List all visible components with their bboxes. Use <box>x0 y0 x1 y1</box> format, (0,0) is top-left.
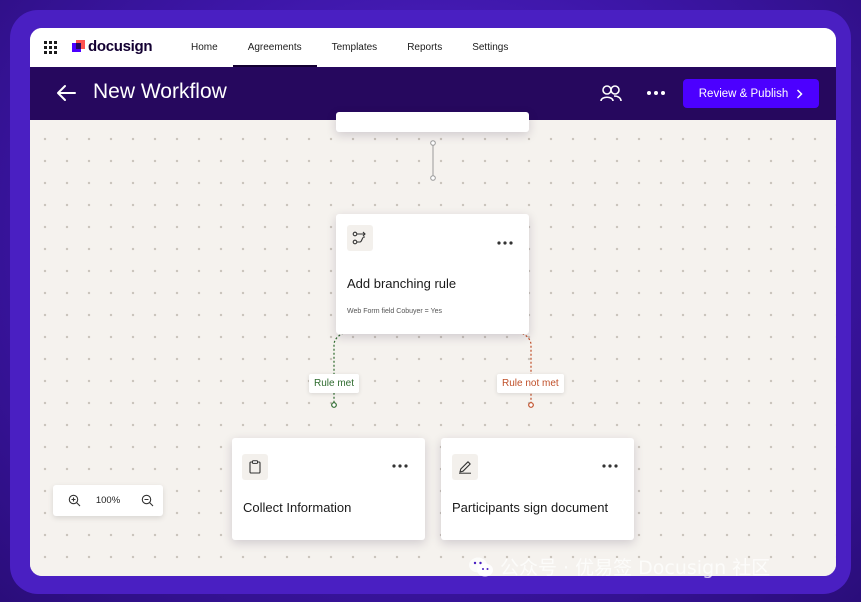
back-arrow-icon[interactable] <box>56 84 76 102</box>
brand-logo[interactable]: docusign <box>72 38 153 55</box>
tab-agreements[interactable]: Agreements <box>232 28 317 67</box>
tab-home[interactable]: Home <box>176 28 233 67</box>
brand-name: docusign <box>88 38 153 55</box>
collect-information-card[interactable]: Collect Information <box>232 438 425 540</box>
rule-not-met-label: Rule not met <box>497 374 564 393</box>
sign-card-title: Participants sign document <box>452 500 609 515</box>
branch-card-condition: Web Form field Cobuyer = Yes <box>347 308 443 315</box>
branch-icon <box>352 231 366 245</box>
tab-reports[interactable]: Reports <box>392 28 457 67</box>
tab-templates[interactable]: Templates <box>317 28 393 67</box>
zoom-in-icon[interactable] <box>68 494 81 507</box>
top-nav: docusign Home Agreements Templates Repor… <box>30 28 836 67</box>
app-window: docusign Home Agreements Templates Repor… <box>30 28 836 576</box>
branch-icon-box <box>347 225 373 251</box>
page-title: New Workflow <box>93 80 227 103</box>
participants-icon[interactable] <box>600 84 622 102</box>
tab-settings[interactable]: Settings <box>457 28 523 67</box>
branch-card-title: Add branching rule <box>347 276 457 291</box>
wechat-icon <box>469 557 493 576</box>
branching-rule-card[interactable]: Add branching rule Web Form field Cobuye… <box>336 214 529 334</box>
watermark-text: 公众号 · 优易签 Docusign 社区 <box>500 557 771 579</box>
clipboard-icon <box>249 460 261 474</box>
chevron-right-icon <box>797 88 803 99</box>
collect-card-title: Collect Information <box>243 500 352 515</box>
clipboard-icon-box <box>242 454 268 480</box>
zoom-controls: 100% <box>53 485 163 516</box>
docusign-logo-icon <box>72 40 85 52</box>
pen-icon-box <box>452 454 478 480</box>
participants-sign-card[interactable]: Participants sign document <box>441 438 634 540</box>
app-launcher-icon[interactable] <box>44 41 57 54</box>
previous-step-card[interactable] <box>336 112 529 132</box>
collect-card-more-icon[interactable] <box>391 461 409 471</box>
nav-tabs: Home Agreements Templates Reports Settin… <box>176 28 523 67</box>
zoom-level: 100% <box>95 495 121 506</box>
rule-met-label: Rule met <box>309 374 360 393</box>
workflow-canvas[interactable]: Add branching rule Web Form field Cobuye… <box>30 112 836 576</box>
review-publish-button[interactable]: Review & Publish <box>683 79 819 108</box>
pen-icon <box>459 461 471 474</box>
more-options-icon[interactable] <box>646 84 666 102</box>
zoom-out-icon[interactable] <box>141 494 154 507</box>
branch-card-more-icon[interactable] <box>496 238 514 248</box>
watermark: 公众号 · 优易签 Docusign 社区 <box>468 553 770 580</box>
sign-card-more-icon[interactable] <box>601 461 619 471</box>
publish-button-label: Review & Publish <box>698 87 789 100</box>
